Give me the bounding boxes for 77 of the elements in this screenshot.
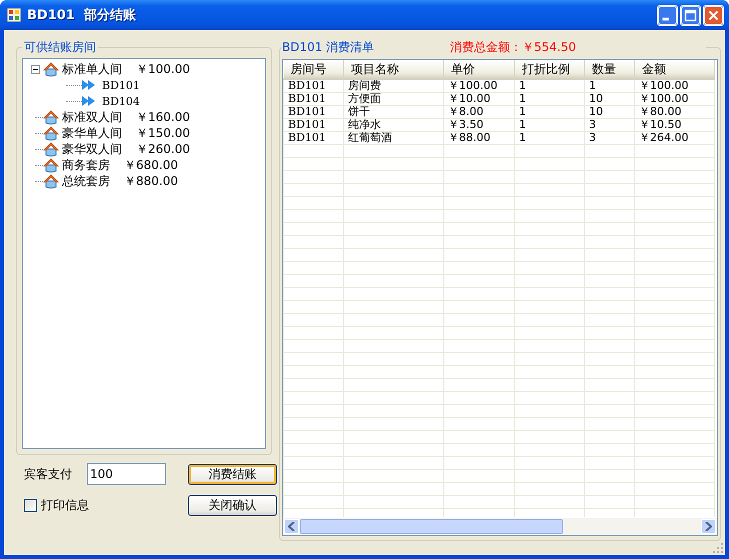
table-cell: 方便面 — [344, 92, 444, 106]
table-cell: 1 — [514, 92, 584, 106]
double-arrow-icon — [82, 80, 96, 90]
table-cell: 3 — [584, 118, 634, 132]
maximize-icon[interactable] — [680, 4, 701, 26]
table-cell: BD101 — [284, 132, 344, 144]
room-item[interactable]: BD104 — [102, 94, 140, 108]
table-cell: ￥10.00 — [444, 92, 514, 106]
room-item[interactable]: BD101 — [102, 78, 140, 92]
room-type-item[interactable]: 标准双人间 — [62, 108, 122, 126]
group-title: 可供结账房间 — [23, 39, 97, 56]
resize-grip-icon[interactable] — [713, 543, 724, 554]
table-cell: ￥100.00 — [634, 79, 714, 92]
table-cell: 1 — [514, 79, 584, 92]
minimize-icon[interactable] — [657, 4, 678, 26]
room-price: ￥880.00 — [124, 172, 178, 190]
app-icon — [7, 8, 21, 22]
table-cell: 房间费 — [344, 79, 444, 92]
horizontal-scrollbar[interactable] — [283, 517, 717, 535]
room-price: ￥100.00 — [136, 60, 190, 78]
scroll-right-icon[interactable] — [705, 522, 712, 531]
house-icon — [43, 173, 59, 189]
close-icon[interactable] — [703, 4, 724, 26]
payment-label: 宾客支付 — [24, 466, 73, 482]
close-confirm-button[interactable]: 关闭确认 — [188, 494, 277, 516]
table-cell: ￥100.00 — [444, 79, 514, 92]
column-header[interactable]: 房间号 — [284, 60, 344, 79]
table-cell: 3 — [584, 132, 634, 144]
column-header[interactable]: 项目名称 — [344, 60, 444, 79]
room-type-item[interactable]: 豪华双人间 — [62, 140, 122, 158]
room-price: ￥680.00 — [124, 156, 178, 174]
table-cell: 1 — [514, 106, 584, 118]
total-amount: 消费总金额：￥554.50 — [448, 39, 578, 56]
table-cell: 纯净水 — [344, 118, 444, 132]
payment-field[interactable]: 100 — [87, 463, 166, 485]
table-cell: ￥264.00 — [634, 132, 714, 144]
scroll-left-icon[interactable] — [288, 522, 295, 531]
house-icon — [43, 109, 59, 125]
column-header[interactable]: 数量 — [584, 60, 634, 79]
bill-title: BD101 消费清单 — [282, 39, 374, 56]
table-cell: 红葡萄酒 — [344, 132, 444, 144]
table-cell: 饼干 — [344, 106, 444, 118]
room-price: ￥260.00 — [136, 140, 190, 158]
house-icon — [43, 125, 59, 141]
column-header[interactable]: 打折比例 — [514, 60, 584, 79]
room-price: ￥160.00 — [136, 108, 190, 126]
double-arrow-icon — [82, 96, 96, 106]
table-cell: ￥8.00 — [444, 106, 514, 118]
print-checkbox[interactable] — [24, 498, 37, 512]
table-cell: 10 — [584, 106, 634, 118]
house-icon — [43, 141, 59, 157]
room-type-item[interactable]: 商务套房 — [62, 156, 110, 174]
table-cell: 1 — [584, 79, 634, 92]
room-type-item[interactable]: 标准单人间 — [62, 60, 122, 78]
table-cell: 1 — [514, 118, 584, 132]
table-cell: 1 — [514, 132, 584, 144]
table-cell: ￥88.00 — [444, 132, 514, 144]
collapse-icon[interactable] — [31, 64, 40, 74]
table-cell: 10 — [584, 92, 634, 106]
table-cell: BD101 — [284, 106, 344, 118]
table-cell: ￥100.00 — [634, 92, 714, 106]
checkout-button[interactable]: 消费结账 — [188, 464, 277, 484]
table-cell: ￥3.50 — [444, 118, 514, 132]
room-type-item[interactable]: 豪华单人间 — [62, 124, 122, 142]
print-label: 打印信息 — [41, 496, 89, 514]
table-cell: BD101 — [284, 118, 344, 132]
window-title: BD101 部分结账 — [27, 6, 137, 24]
room-type-item[interactable]: 总统套房 — [62, 172, 110, 190]
table-cell: BD101 — [284, 92, 344, 106]
house-icon — [43, 157, 59, 173]
column-header[interactable]: 单价 — [444, 60, 514, 79]
table-cell: ￥10.50 — [634, 118, 714, 132]
room-price: ￥150.00 — [136, 124, 190, 142]
table-cell: BD101 — [284, 79, 344, 92]
table-cell: ￥80.00 — [634, 106, 714, 118]
column-header[interactable]: 金额 — [634, 60, 714, 79]
house-icon — [43, 61, 59, 77]
